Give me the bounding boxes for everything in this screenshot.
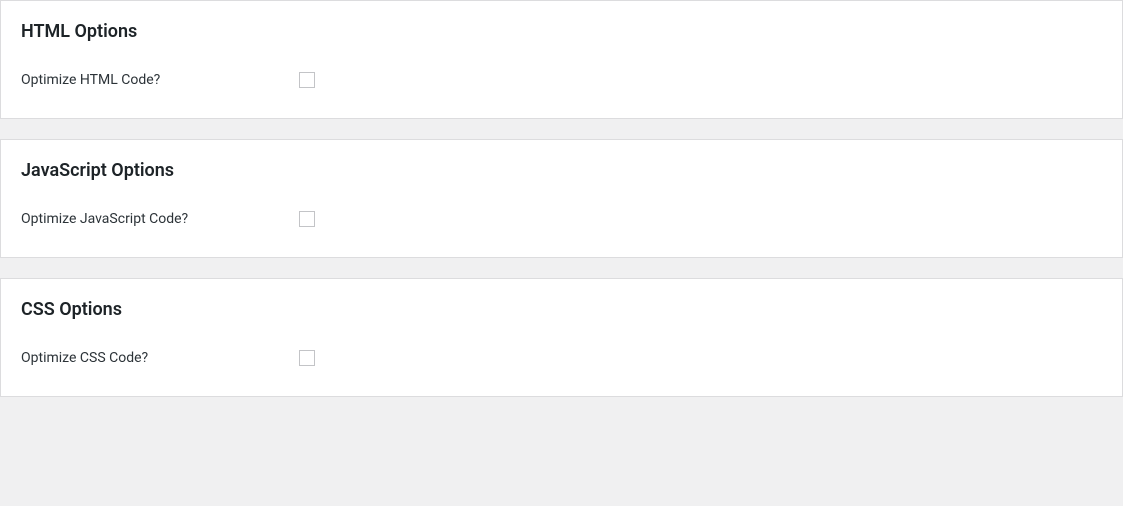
optimize-css-label: Optimize CSS Code? [21, 350, 299, 366]
optimize-javascript-label: Optimize JavaScript Code? [21, 211, 299, 227]
optimize-css-row: Optimize CSS Code? [21, 350, 1102, 366]
optimize-html-label: Optimize HTML Code? [21, 72, 299, 88]
css-options-title: CSS Options [21, 299, 1102, 320]
javascript-options-panel: JavaScript Options Optimize JavaScript C… [0, 139, 1123, 258]
html-options-title: HTML Options [21, 21, 1102, 42]
optimize-javascript-checkbox[interactable] [299, 211, 315, 227]
optimize-html-row: Optimize HTML Code? [21, 72, 1102, 88]
optimize-html-checkbox[interactable] [299, 72, 315, 88]
optimize-css-checkbox[interactable] [299, 350, 315, 366]
optimize-javascript-row: Optimize JavaScript Code? [21, 211, 1102, 227]
html-options-panel: HTML Options Optimize HTML Code? [0, 0, 1123, 119]
css-options-panel: CSS Options Optimize CSS Code? [0, 278, 1123, 397]
javascript-options-title: JavaScript Options [21, 160, 1102, 181]
